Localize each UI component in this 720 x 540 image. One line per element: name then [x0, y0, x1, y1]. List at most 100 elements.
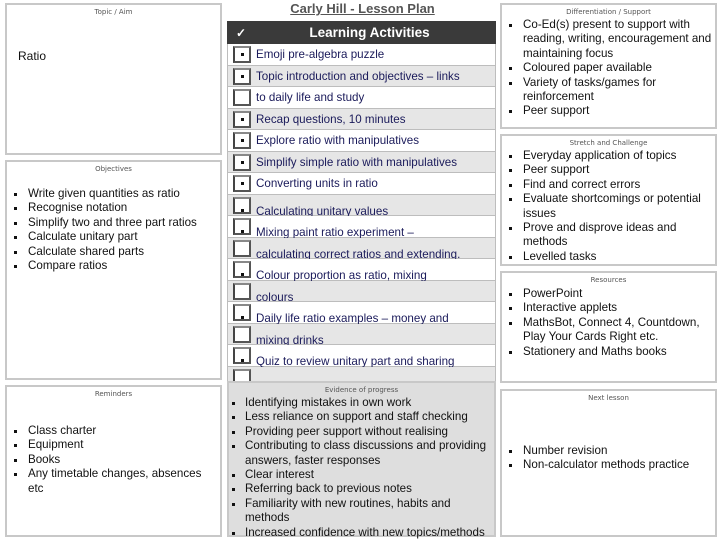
- bullet-icon: [241, 230, 244, 233]
- objective-item: Calculate unitary part: [7, 230, 220, 244]
- evidence-list: Identifying mistakes in own work Less re…: [229, 396, 494, 540]
- bullet-icon: [241, 117, 244, 121]
- next-lesson-list: Number revision Non-calculator methods p…: [502, 444, 715, 473]
- objective-item: Simplify two and three part ratios: [7, 216, 220, 230]
- next-lesson-panel: Next lesson Number revision Non-calculat…: [500, 389, 717, 537]
- learning-activities-header: ✓ Learning Activities: [227, 21, 496, 44]
- objective-item: Recognise notation: [7, 201, 220, 215]
- differentiation-item: Variety of tasks/games for reinforcement: [502, 76, 715, 105]
- reminders-panel: Reminders Class charter Equipment Books …: [5, 385, 222, 537]
- activity-text: to daily life and study: [256, 91, 365, 104]
- stretch-challenge-panel: Stretch and Challenge Everyday applicati…: [500, 134, 717, 266]
- evidence-heading: Evidence of progress: [324, 386, 399, 394]
- differentiation-item: Co-Ed(s) present to support with reading…: [502, 18, 715, 61]
- differentiation-item: Peer support: [502, 104, 715, 118]
- activity-checkbox[interactable]: [233, 67, 251, 85]
- differentiation-support-panel: Differentiation / Support Co-Ed(s) prese…: [500, 3, 717, 129]
- stretch-item: Find and correct errors: [502, 178, 715, 192]
- activity-checkbox[interactable]: [233, 239, 251, 257]
- activity-text: Emoji pre-algebra puzzle: [256, 48, 385, 61]
- activity-row: Mixing paint ratio experiment –: [227, 216, 496, 239]
- learning-activities-table: ✓ Learning Activities Emoji pre-algebra …: [227, 21, 496, 388]
- evidence-item: Familiarity with new routines, habits an…: [229, 497, 494, 526]
- activity-row: Daily life ratio examples – money and: [227, 302, 496, 325]
- activity-text: Converting units in ratio: [256, 177, 378, 190]
- activity-checkbox[interactable]: [233, 46, 251, 63]
- activity-text: Recap questions, 10 minutes: [256, 112, 406, 126]
- next-lesson-item: Non-calculator methods practice: [502, 458, 715, 472]
- activity-checkbox[interactable]: [233, 89, 251, 106]
- resource-item: Interactive applets: [502, 301, 715, 315]
- activity-row: colours: [227, 280, 496, 304]
- evidence-item: Referring back to previous notes: [229, 482, 494, 496]
- evidence-item: Less reliance on support and staff check…: [229, 410, 494, 424]
- stretch-item: Peer support: [502, 163, 715, 177]
- stretch-item: Evaluate shortcomings or potential issue…: [502, 192, 715, 221]
- objective-item: Write given quantities as ratio: [7, 187, 220, 201]
- evidence-of-progress-panel: Evidence of progress Identifying mistake…: [227, 381, 496, 540]
- learning-activities-rows: Emoji pre-algebra puzzle Topic introducti…: [227, 44, 496, 388]
- activity-checkbox[interactable]: [233, 347, 251, 364]
- activity-row: Recap questions, 10 minutes: [227, 108, 496, 130]
- activity-row: Emoji pre-algebra puzzle: [227, 44, 496, 66]
- objectives-heading: Objectives: [95, 165, 132, 173]
- reminder-item: Any timetable changes, absences etc: [7, 467, 220, 496]
- bullet-icon: [241, 208, 244, 212]
- activity-checkbox[interactable]: [233, 132, 251, 149]
- reminders-heading: Reminders: [94, 390, 133, 398]
- resource-item: Stationery and Maths books: [502, 345, 715, 359]
- bullet-icon: [241, 316, 244, 319]
- activity-checkbox[interactable]: [233, 153, 251, 171]
- activity-checkbox[interactable]: [233, 282, 251, 300]
- evidence-item: Identifying mistakes in own work: [229, 396, 494, 410]
- checkmark-icon: ✓: [235, 25, 247, 40]
- activity-checkbox[interactable]: [233, 218, 251, 235]
- activity-checkbox[interactable]: [233, 325, 251, 343]
- resources-list: PowerPoint Interactive applets MathsBot,…: [502, 287, 715, 359]
- topic-text: Ratio: [18, 49, 47, 63]
- resources-heading: Resources: [590, 276, 627, 284]
- differentiation-list: Co-Ed(s) present to support with reading…: [502, 18, 715, 119]
- activity-checkbox[interactable]: [233, 196, 251, 214]
- activity-text: Explore ratio with manipulatives: [256, 134, 420, 147]
- activity-checkbox[interactable]: [233, 110, 251, 128]
- stretch-heading: Stretch and Challenge: [569, 139, 648, 147]
- activity-checkbox[interactable]: [233, 175, 251, 192]
- bullet-icon: [241, 53, 244, 56]
- evidence-item: Increased confidence with new topics/met…: [229, 526, 494, 540]
- objective-item: Calculate shared parts: [7, 245, 220, 259]
- stretch-list: Everyday application of topics Peer supp…: [502, 149, 715, 264]
- activity-row: Simplify simple ratio with manipulatives: [227, 151, 496, 173]
- activity-row: calculating correct ratios and extending…: [227, 237, 496, 261]
- stretch-item: Levelled tasks: [502, 250, 715, 264]
- stretch-item: Prove and disprove ideas and methods: [502, 221, 715, 250]
- activity-row: Converting units in ratio: [227, 173, 496, 195]
- objectives-list: Write given quantities as ratio Recognis…: [7, 187, 220, 273]
- bullet-icon: [241, 359, 244, 362]
- bullet-icon: [241, 139, 244, 142]
- activity-row: Calculating unitary values: [227, 194, 496, 218]
- evidence-item: Contributing to class discussions and pr…: [229, 439, 494, 468]
- resources-panel: Resources PowerPoint Interactive applets…: [500, 271, 717, 383]
- next-lesson-item: Number revision: [502, 444, 715, 458]
- reminder-item: Class charter: [7, 424, 220, 438]
- learning-activities-heading: Learning Activities: [309, 25, 430, 40]
- reminders-list: Class charter Equipment Books Any timeta…: [7, 424, 220, 496]
- bullet-icon: [241, 160, 244, 164]
- bullet-icon: [241, 273, 244, 276]
- activity-text: Topic introduction and objectives – link…: [256, 69, 460, 83]
- activity-checkbox[interactable]: [233, 261, 251, 278]
- topic-aim-heading: Topic / Aim: [94, 8, 133, 16]
- reminder-item: Books: [7, 453, 220, 467]
- bullet-icon: [241, 182, 244, 185]
- differentiation-heading: Differentiation / Support: [566, 8, 651, 16]
- evidence-item: Clear interest: [229, 468, 494, 482]
- topic-aim-panel: Topic / Aim Ratio: [5, 3, 222, 155]
- activity-row: Topic introduction and objectives – link…: [227, 65, 496, 87]
- objective-item: Compare ratios: [7, 259, 220, 273]
- resource-item: MathsBot, Connect 4, Countdown, Play You…: [502, 316, 715, 345]
- activity-row: to daily life and study: [227, 87, 496, 109]
- differentiation-item: Coloured paper available: [502, 61, 715, 75]
- activity-checkbox[interactable]: [233, 304, 251, 321]
- resource-item: PowerPoint: [502, 287, 715, 301]
